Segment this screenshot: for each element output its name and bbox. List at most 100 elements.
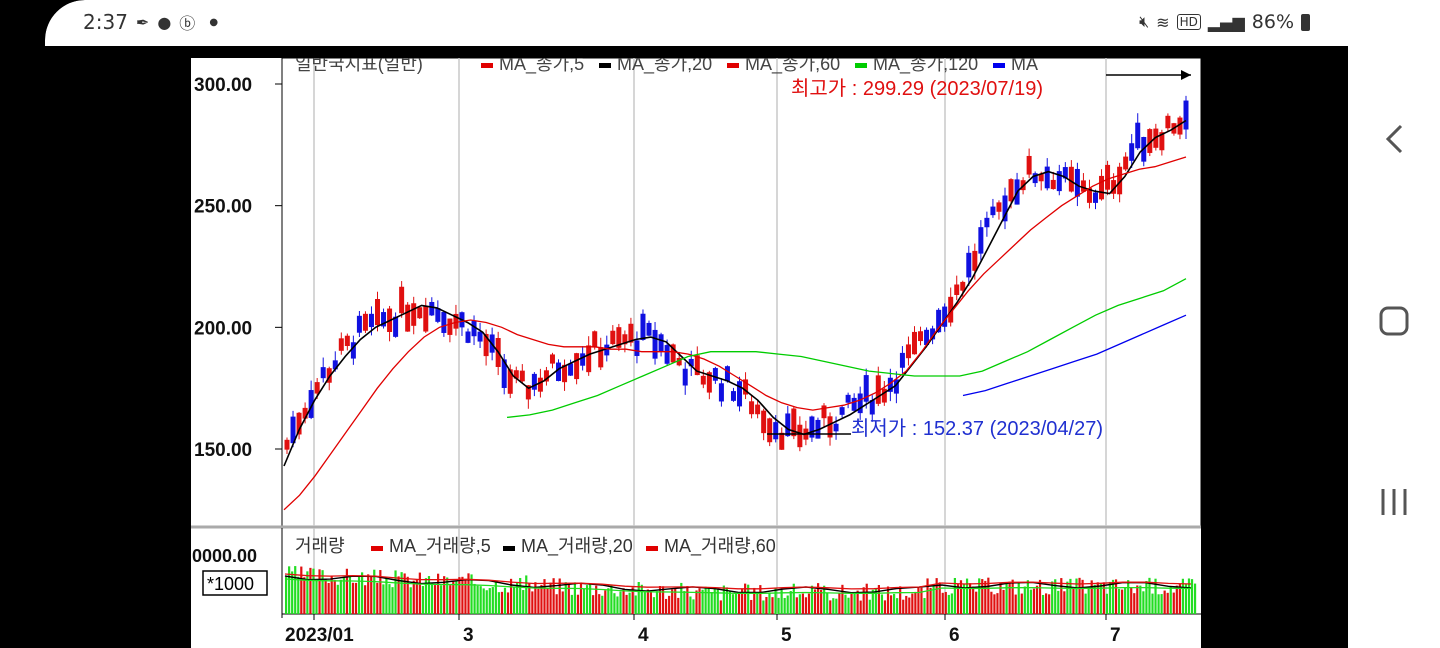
volume-bar	[704, 586, 707, 614]
recents-button[interactable]	[1348, 467, 1440, 537]
candle-body	[646, 322, 652, 336]
candle-body	[1074, 168, 1080, 197]
volume-bar	[500, 591, 504, 614]
candle-body	[549, 354, 555, 364]
candle-body	[682, 368, 688, 386]
candle-body	[978, 227, 984, 254]
volume-bar	[531, 591, 534, 614]
volume-bar	[783, 597, 786, 614]
stock-chart[interactable]: 300.00 250.00 200.00 150.00 2023/01 3 4 5 6 7 일반…	[191, 54, 1202, 648]
volume-bar	[1051, 581, 1054, 614]
candle-body	[700, 375, 706, 385]
candle-body	[761, 410, 767, 434]
back-button[interactable]	[1348, 104, 1440, 174]
volume-bar	[661, 586, 665, 614]
volume-bar	[555, 594, 558, 614]
volume-bar	[1124, 587, 1127, 614]
candle-body	[1099, 175, 1105, 200]
clock: 2:37	[83, 10, 128, 34]
volume-bar	[619, 591, 622, 614]
back-icon	[1385, 124, 1403, 154]
volume-bar	[397, 576, 400, 614]
chart-svg[interactable]: 300.00 250.00 200.00 150.00 2023/01 3 4 5 6 7 일반…	[191, 54, 1202, 648]
candle-body	[411, 303, 417, 326]
volume-bar	[765, 596, 768, 614]
volume-bar	[1163, 590, 1166, 614]
volume-bar	[525, 575, 528, 614]
volume-bar	[820, 589, 823, 614]
volume-bar	[592, 595, 595, 614]
volume-bar	[975, 591, 978, 614]
candle-body	[1129, 143, 1135, 161]
candle-body	[537, 377, 543, 392]
volume-bar	[1136, 585, 1139, 614]
x-tick-label: 5	[781, 625, 792, 646]
volume-bar	[1023, 586, 1026, 614]
volume-bar	[537, 588, 540, 614]
candle-body	[531, 373, 537, 390]
candle-body	[773, 422, 779, 440]
legend-label: MA_종가,60	[745, 58, 840, 75]
volume-bar	[376, 582, 379, 614]
volume-bar	[950, 593, 953, 614]
volume-bar	[634, 595, 637, 614]
candle-body	[899, 352, 905, 368]
candle-body	[314, 382, 320, 394]
volume-bar	[1041, 594, 1045, 614]
candle-body	[417, 307, 423, 319]
volume-bar	[625, 594, 628, 614]
volume-bar	[768, 592, 771, 614]
y-tick-label: 150.00	[194, 440, 252, 461]
volume-bar	[850, 593, 853, 614]
volume-bar	[336, 584, 339, 614]
volume-bar	[1121, 589, 1124, 614]
candle-body	[767, 418, 773, 443]
volume-bar	[288, 566, 291, 614]
volume-bar	[893, 593, 896, 614]
volume-bar	[519, 577, 522, 614]
volume-bar	[458, 577, 461, 614]
volume-bar	[285, 577, 288, 614]
candle-body	[1026, 155, 1032, 175]
candle-body	[1183, 100, 1189, 130]
candle-body	[1050, 179, 1056, 190]
low-label: 최저가 : 152.37 (2023/04/27)	[851, 417, 1103, 440]
high-label: 최고가 : 299.29 (2023/07/19)	[791, 77, 1043, 100]
legend-swatch	[503, 546, 515, 551]
home-button[interactable]	[1348, 286, 1440, 356]
volume-bar	[1193, 583, 1197, 614]
candle-body	[664, 345, 670, 364]
volume-bar	[598, 594, 601, 614]
y-tick-label: 200.00	[194, 318, 252, 339]
volume-bar	[364, 585, 367, 614]
volume-bar	[1175, 585, 1178, 614]
scale-label: *1000	[207, 574, 254, 594]
candle-body	[429, 301, 435, 316]
volume-bar	[622, 588, 625, 614]
volume-bar	[1127, 580, 1130, 614]
candle-body	[779, 432, 785, 450]
legend-swatch	[855, 63, 867, 68]
status-bar: 2:37 ✒ ● ⓑ ● 🔇︎ ≋ HD ▂▄▆ 86%	[45, 0, 1348, 46]
volume-bar	[1020, 593, 1023, 614]
y-tick-label: 250.00	[194, 197, 252, 218]
legend-swatch	[599, 63, 611, 68]
legend-label: MA_종가,120	[873, 58, 978, 75]
volume-bar	[546, 588, 549, 614]
volume-bar	[847, 597, 850, 614]
volume-bar	[449, 585, 452, 614]
candle-body	[966, 252, 972, 278]
volume-bar	[686, 586, 689, 614]
candle-body	[990, 206, 996, 216]
candle-body	[640, 313, 646, 340]
volume-bar	[777, 597, 780, 614]
candle-body	[1123, 156, 1129, 170]
x-tick-label: 6	[949, 625, 960, 646]
volume-bar	[488, 588, 491, 614]
volume-bar	[640, 584, 643, 614]
volume-bar	[433, 585, 437, 614]
volume-bar	[944, 591, 947, 614]
candle-body	[1068, 166, 1074, 192]
volume-bar	[774, 588, 777, 614]
candle-body	[718, 383, 724, 402]
